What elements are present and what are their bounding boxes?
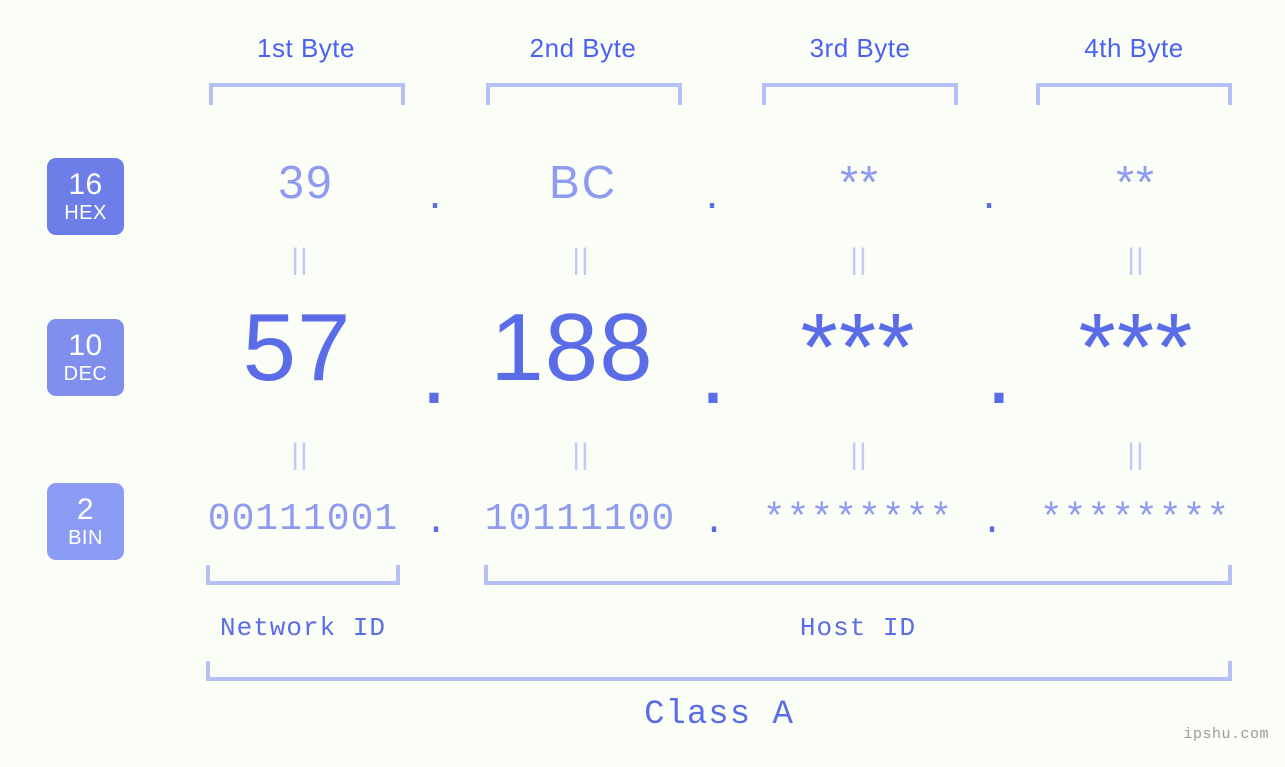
bin-byte-1: 00111001 — [207, 498, 399, 541]
hex-byte-3: ** — [840, 156, 880, 208]
host-id-bracket — [484, 565, 1232, 585]
equals-symbol-7: || — [850, 438, 868, 471]
network-id-label: Network ID — [219, 613, 387, 643]
dec-dot-2: . — [699, 317, 727, 424]
bin-dot-2: . — [702, 501, 726, 544]
dec-byte-4: *** — [1078, 294, 1194, 401]
hex-dot-3: . — [982, 166, 996, 218]
byte-bracket-1 — [209, 83, 405, 105]
hex-byte-4: ** — [1116, 156, 1156, 208]
equals-symbol-5: || — [291, 438, 309, 471]
byte-bracket-3 — [762, 83, 958, 105]
hex-dot-1: . — [428, 166, 442, 218]
dec-dot-3: . — [985, 317, 1013, 424]
base-badge-dec-number: 10 — [68, 329, 103, 362]
dec-byte-2: 188 — [490, 294, 654, 401]
byte-header-4: 4th Byte — [1084, 33, 1184, 63]
base-badge-hex[interactable]: 16 HEX — [47, 158, 124, 235]
byte-header-2: 2nd Byte — [529, 33, 637, 63]
hex-byte-1: 39 — [278, 156, 334, 208]
base-badge-dec[interactable]: 10 DEC — [47, 319, 124, 396]
byte-bracket-2 — [486, 83, 682, 105]
base-badge-dec-name: DEC — [63, 363, 108, 385]
base-badge-hex-number: 16 — [68, 168, 103, 201]
base-badge-hex-name: HEX — [64, 202, 107, 224]
equals-symbol-6: || — [572, 438, 590, 471]
host-id-label: Host ID — [799, 613, 917, 643]
base-badge-bin-number: 2 — [76, 493, 95, 526]
base-badge-bin[interactable]: 2 BIN — [47, 483, 124, 560]
site-watermark: ipshu.com — [1183, 726, 1269, 743]
network-id-bracket — [206, 565, 400, 585]
byte-header-1: 1st Byte — [257, 33, 355, 63]
dec-dot-1: . — [420, 317, 448, 424]
base-badge-bin-name: BIN — [68, 527, 103, 549]
bin-dot-1: . — [424, 501, 448, 544]
ip-address-breakdown-diagram: 1st Byte 2nd Byte 3rd Byte 4th Byte 16 H… — [0, 0, 1285, 767]
ip-class-bracket — [206, 661, 1232, 681]
dec-byte-3: *** — [800, 294, 916, 401]
equals-symbol-8: || — [1127, 438, 1145, 471]
hex-byte-2: BC — [549, 156, 617, 208]
equals-symbol-1: || — [291, 243, 309, 276]
hex-dot-2: . — [705, 166, 719, 218]
equals-symbol-4: || — [1127, 243, 1145, 276]
ip-class-label: Class A — [644, 696, 794, 734]
byte-bracket-4 — [1036, 83, 1232, 105]
byte-header-3: 3rd Byte — [809, 33, 911, 63]
equals-symbol-2: || — [572, 243, 590, 276]
dec-byte-1: 57 — [242, 294, 352, 401]
bin-byte-2: 10111100 — [484, 498, 676, 541]
equals-symbol-3: || — [850, 243, 868, 276]
bin-dot-3: . — [980, 501, 1004, 544]
bin-byte-3: ******** — [762, 498, 954, 541]
bin-byte-4: ******** — [1039, 498, 1231, 541]
